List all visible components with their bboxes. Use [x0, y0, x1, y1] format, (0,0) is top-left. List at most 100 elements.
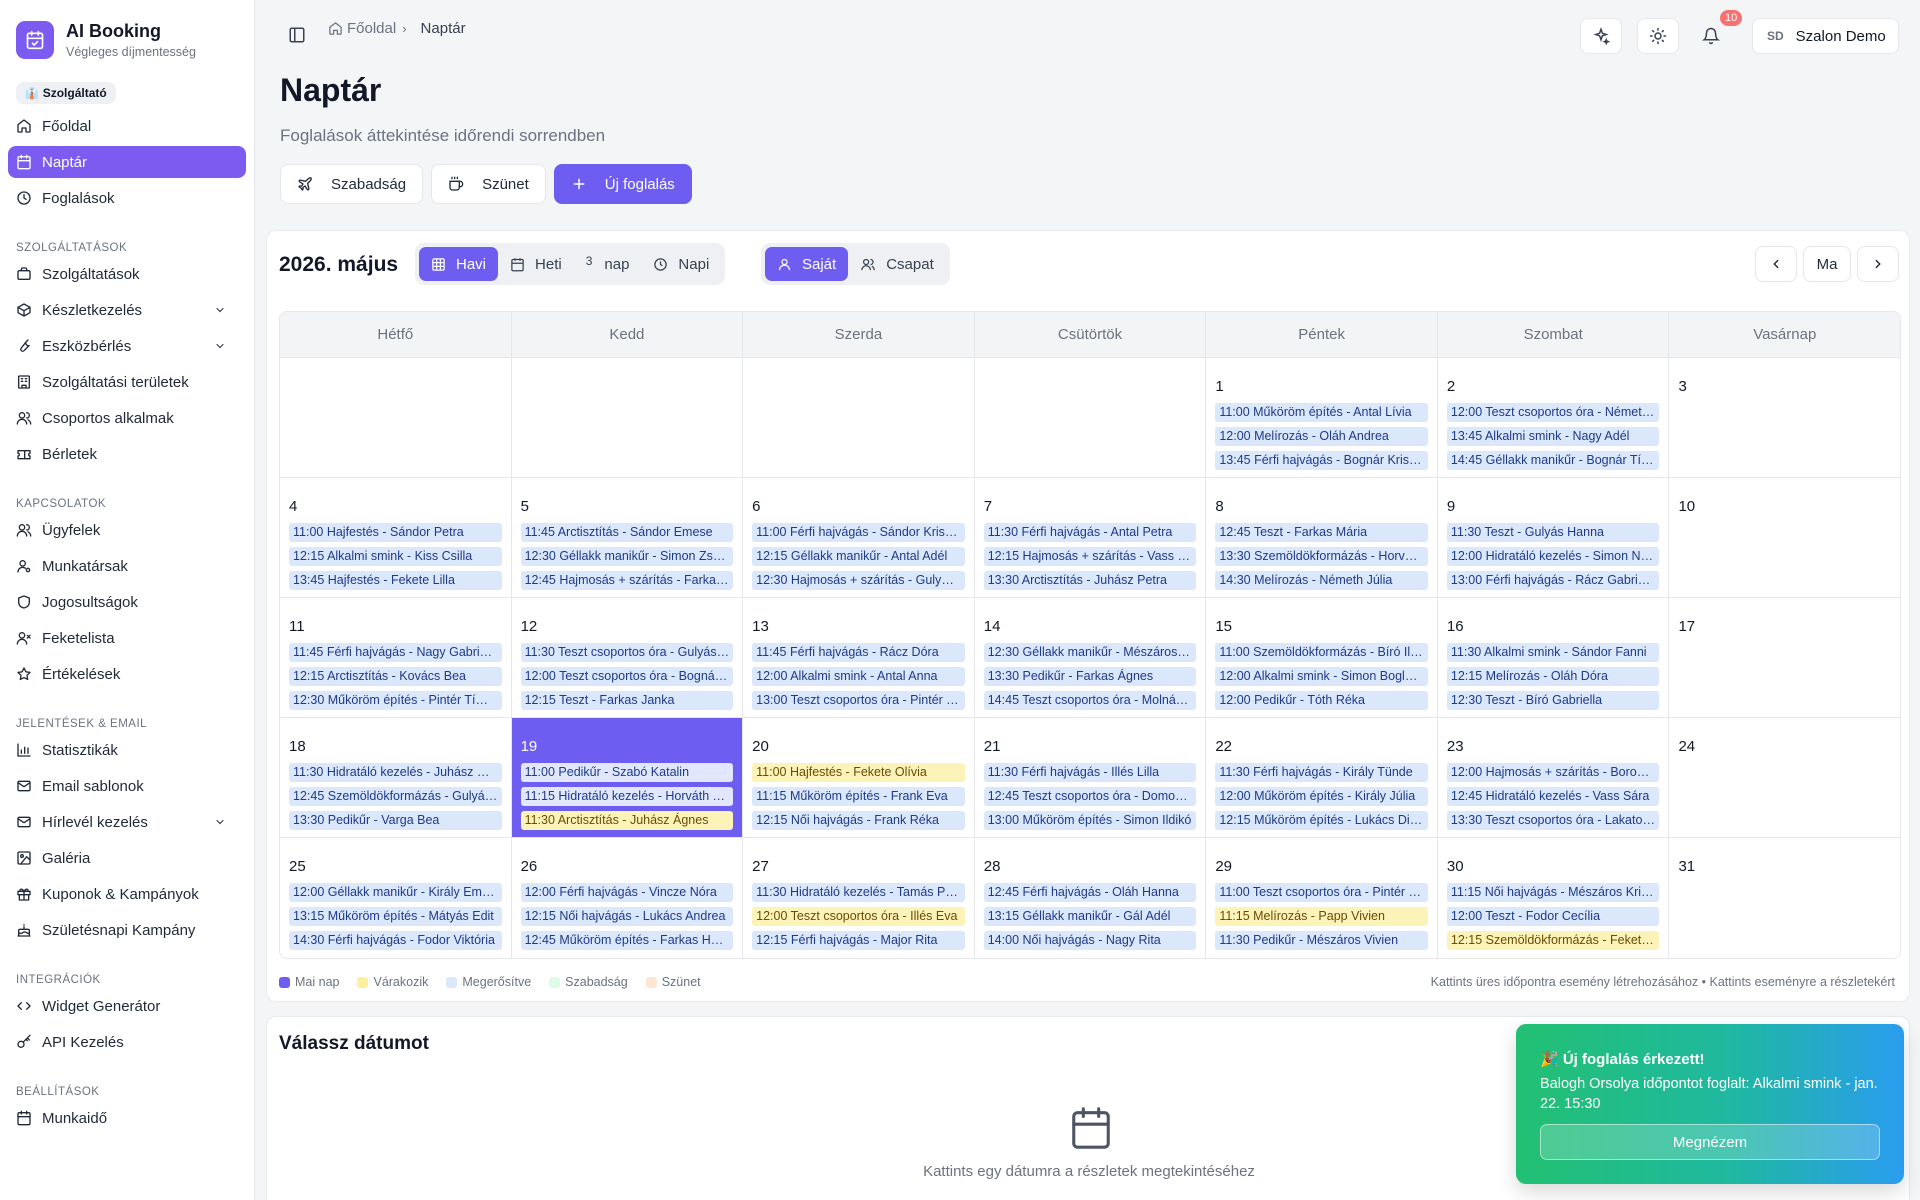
calendar-event[interactable]: 12:00 Melírozás - Oláh Andrea — [1215, 427, 1428, 446]
day-cell[interactable]: 16 11:30 Alkalmi smink - Sándor Fanni 12:1… — [1438, 598, 1670, 717]
view-3day-button[interactable]: 3 nap — [574, 247, 642, 281]
calendar-event[interactable]: 11:45 Arctisztítás - Sándor Emese — [520, 523, 734, 542]
calendar-event[interactable]: 11:30 Alkalmi smink - Sándor Fanni — [1446, 643, 1660, 662]
sidebar-item-api-kezeles[interactable]: API Kezelés — [8, 1026, 246, 1058]
calendar-event[interactable]: 13:45 Hajfestés - Fekete Lilla — [289, 571, 502, 590]
toast-view-button[interactable]: Megnézem — [1540, 1124, 1880, 1160]
calendar-event[interactable]: 12:15 Melírozás - Oláh Dóra — [1446, 667, 1660, 686]
calendar-event[interactable]: 11:30 Pedikűr - Mészáros Vivien — [1215, 931, 1428, 950]
calendar-event[interactable]: 11:45 Férfi hajvágás - Rácz Dóra — [752, 643, 965, 662]
break-button[interactable]: Szünet — [431, 164, 546, 204]
day-cell[interactable]: 26 12:00 Férfi hajvágás - Vincze Nóra 12:1… — [512, 838, 744, 958]
sidebar-item-szolgaltatasok[interactable]: Szolgáltatások — [8, 258, 246, 290]
sidebar-item-foglalasok[interactable]: Foglalások — [8, 182, 246, 214]
calendar-event[interactable]: 13:30 Teszt csoportos óra - Lakatos Anna — [1446, 811, 1660, 830]
calendar-event[interactable]: 11:15 Női hajvágás - Mészáros Krisztina — [1446, 883, 1660, 902]
vacation-button[interactable]: Szabadság — [280, 164, 424, 204]
day-cell[interactable]: 24 — [1669, 718, 1900, 837]
sidebar-item-widget-generator[interactable]: Widget Generátor — [8, 990, 246, 1022]
calendar-event[interactable]: 13:30 Arctisztítás - Juhász Petra — [983, 571, 1197, 590]
calendar-event[interactable]: 12:45 Műköröm építés - Farkas Hanna — [520, 931, 734, 950]
calendar-event[interactable]: 12:00 Teszt - Fodor Cecília — [1446, 907, 1660, 926]
day-cell[interactable]: 30 11:15 Női hajvágás - Mészáros Krisztin… — [1438, 838, 1670, 958]
day-cell[interactable]: 21 11:30 Férfi hajvágás - Illés Lilla 12:4… — [975, 718, 1207, 837]
calendar-event[interactable]: 11:00 Szemöldökformázás - Bíró Ildikó — [1215, 643, 1428, 662]
day-cell-today[interactable]: 19 11:00 Pedikűr - Szabó Katalin 11:15 Hid… — [511, 718, 744, 837]
sidebar-item-hirlevel-kezeles[interactable]: Hírlevél kezelés — [8, 806, 246, 838]
calendar-event[interactable]: 13:45 Alkalmi smink - Nagy Adél — [1446, 427, 1660, 446]
new-booking-button[interactable]: Új foglalás — [553, 164, 692, 204]
calendar-event[interactable]: 11:15 Melírozás - Papp Vivien — [1215, 907, 1428, 926]
day-cell[interactable]: 31 — [1669, 838, 1900, 958]
calendar-event[interactable]: 14:00 Női hajvágás - Nagy Rita — [983, 931, 1197, 950]
calendar-event[interactable]: 12:00 Géllakk manikűr - Király Emese — [289, 883, 502, 902]
calendar-event[interactable]: 11:30 Férfi hajvágás - Antal Petra — [983, 523, 1197, 542]
calendar-event[interactable]: 12:00 Alkalmi smink - Antal Anna — [752, 667, 965, 686]
day-cell[interactable]: 23 12:00 Hajmosás + szárítás - Boros Eva 1… — [1438, 718, 1670, 837]
day-cell[interactable]: 6 11:00 Férfi hajvágás - Sándor Krisztina… — [743, 478, 975, 597]
sidebar-item-ugyfelek[interactable]: Ügyfelek — [8, 514, 246, 546]
view-month-button[interactable]: Havi — [419, 247, 499, 281]
next-month-button[interactable] — [1857, 246, 1899, 282]
day-cell[interactable]: 15 11:00 Szemöldökformázás - Bíró Ildikó 1… — [1206, 598, 1438, 717]
calendar-event[interactable]: 12:30 Géllakk manikűr - Mészáros Lilla — [983, 643, 1197, 662]
calendar-event[interactable]: 12:45 Szemöldökformázás - Gulyás Eva — [289, 787, 502, 806]
calendar-event[interactable]: 12:00 Pedikűr - Tóth Réka — [1215, 691, 1428, 710]
calendar-event[interactable]: 11:00 Műköröm építés - Antal Lívia — [1215, 403, 1428, 422]
calendar-event[interactable]: 12:45 Teszt csoportos óra - Domokos Anna — [983, 787, 1197, 806]
calendar-event[interactable]: 13:00 Teszt csoportos óra - Pintér Tímea — [752, 691, 965, 710]
sidebar-item-szuletesnapi-kampany[interactable]: Születésnapi Kampány — [8, 914, 246, 946]
calendar-event[interactable]: 11:30 Arctisztítás - Juhász Ágnes — [520, 811, 734, 830]
calendar-event[interactable]: 12:00 Hidratáló kezelés - Simon Nóra — [1446, 547, 1660, 566]
day-cell[interactable]: 22 11:30 Férfi hajvágás - Király Tünde 12:… — [1206, 718, 1438, 837]
calendar-event[interactable]: 12:15 Teszt - Farkas Janka — [520, 691, 734, 710]
view-week-button[interactable]: Heti — [498, 247, 574, 281]
day-cell[interactable]: 10 — [1669, 478, 1900, 597]
calendar-event[interactable]: 11:30 Teszt csoportos óra - Gulyás Anna — [520, 643, 734, 662]
calendar-event[interactable]: 11:15 Műköröm építés - Frank Eva — [752, 787, 965, 806]
calendar-event[interactable]: 14:30 Melírozás - Németh Júlia — [1215, 571, 1428, 590]
day-cell[interactable]: 5 11:45 Arctisztítás - Sándor Emese 12:30 … — [512, 478, 744, 597]
calendar-event[interactable]: 12:30 Teszt - Bíró Gabriella — [1446, 691, 1660, 710]
calendar-event[interactable]: 11:30 Férfi hajvágás - Illés Lilla — [983, 763, 1197, 782]
sidebar-item-feketelista[interactable]: Feketelista — [8, 622, 246, 654]
sidebar-item-munkaido[interactable]: Munkaidő — [8, 1102, 246, 1134]
sidebar-item-email-sablonok[interactable]: Email sablonok — [8, 770, 246, 802]
day-cell[interactable] — [743, 358, 975, 477]
day-cell[interactable]: 25 12:00 Géllakk manikűr - Király Emese 13… — [280, 838, 512, 958]
calendar-event[interactable]: 12:15 Férfi hajvágás - Major Rita — [752, 931, 965, 950]
day-cell[interactable]: 11 11:45 Férfi hajvágás - Nagy Gabriella 1… — [280, 598, 512, 717]
day-cell[interactable]: 29 11:00 Teszt csoportos óra - Pintér Ild… — [1206, 838, 1438, 958]
calendar-event[interactable]: 12:15 Arctisztítás - Kovács Bea — [289, 667, 502, 686]
day-cell[interactable] — [975, 358, 1207, 477]
sidebar-item-galeria[interactable]: Galéria — [8, 842, 246, 874]
sidebar-item-munkatarsak[interactable]: Munkatársak — [8, 550, 246, 582]
calendar-event[interactable]: 11:30 Hidratáló kezelés - Juhász Boróka — [289, 763, 502, 782]
calendar-event[interactable]: 12:00 Teszt csoportos óra - Németh Anna — [1446, 403, 1660, 422]
sidebar-item-statisztikak[interactable]: Statisztikák — [8, 734, 246, 766]
day-cell[interactable]: 2 12:00 Teszt csoportos óra - Németh Anna… — [1438, 358, 1670, 477]
calendar-event[interactable]: 11:00 Férfi hajvágás - Sándor Krisztina — [752, 523, 965, 542]
day-cell[interactable]: 17 — [1669, 598, 1900, 717]
calendar-event[interactable]: 11:30 Hidratáló kezelés - Tamás Petra — [752, 883, 965, 902]
day-cell[interactable]: 18 11:30 Hidratáló kezelés - Juhász Borók… — [280, 718, 512, 837]
calendar-event[interactable]: 12:00 Teszt csoportos óra - Bognár Eva — [520, 667, 734, 686]
calendar-event[interactable]: 12:15 Géllakk manikűr - Antal Adél — [752, 547, 965, 566]
view-day-button[interactable]: Napi — [641, 247, 721, 281]
calendar-event[interactable]: 11:00 Pedikűr - Szabó Katalin — [520, 763, 734, 782]
ai-sparkle-button[interactable] — [1580, 18, 1622, 54]
calendar-event[interactable]: 13:00 Műköröm építés - Simon Ildikó — [983, 811, 1197, 830]
sidebar-item-keszletkezeles[interactable]: Készletkezelés — [8, 294, 246, 326]
day-cell[interactable]: 13 11:45 Férfi hajvágás - Rácz Dóra 12:00 … — [743, 598, 975, 717]
calendar-event[interactable]: 14:45 Teszt csoportos óra - Molnár Anna — [983, 691, 1197, 710]
calendar-event[interactable]: 13:30 Szemöldökformázás - Horváth Anna — [1215, 547, 1428, 566]
calendar-event[interactable]: 11:15 Hidratáló kezelés - Horváth Tímea — [520, 787, 734, 806]
today-button[interactable]: Ma — [1803, 246, 1851, 282]
calendar-event[interactable]: 12:00 Műköröm építés - Király Júlia — [1215, 787, 1428, 806]
sidebar-toggle-icon[interactable] — [288, 26, 306, 49]
day-cell[interactable]: 7 11:30 Férfi hajvágás - Antal Petra 12:15… — [975, 478, 1207, 597]
sidebar-item-fooldal[interactable]: Főoldal — [8, 110, 246, 142]
day-cell[interactable]: 8 12:45 Teszt - Farkas Mária 13:30 Szemöld… — [1206, 478, 1438, 597]
brand[interactable]: AI Booking Végleges díjmentesség — [0, 0, 254, 62]
calendar-event[interactable]: 11:00 Hajfestés - Sándor Petra — [289, 523, 502, 542]
